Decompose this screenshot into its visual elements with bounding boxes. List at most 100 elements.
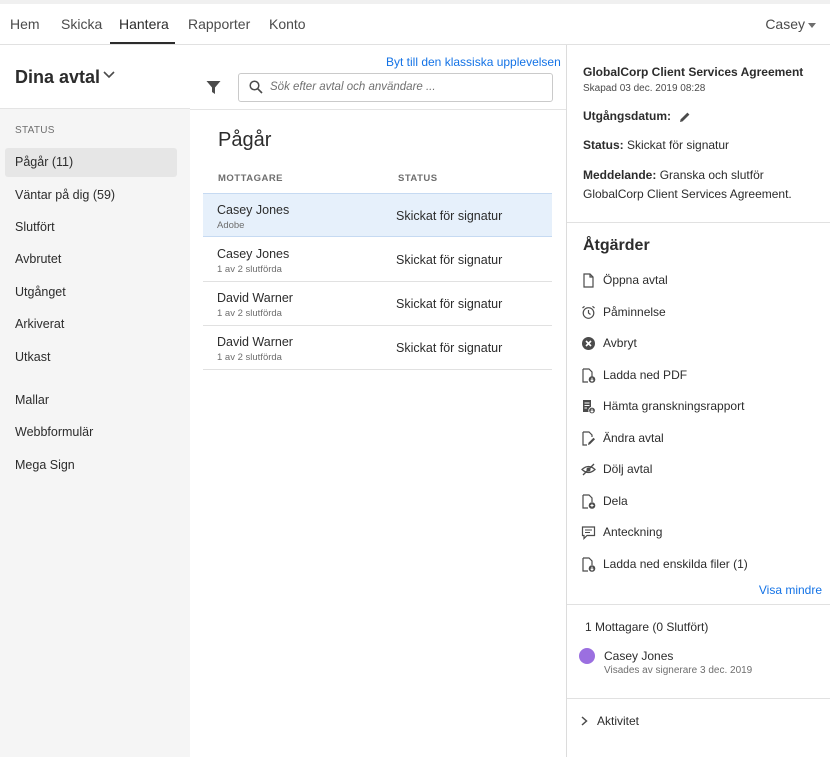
agreement-title: GlobalCorp Client Services Agreement: [583, 65, 804, 79]
divider: [567, 604, 830, 605]
sidebar-item-webbformular[interactable]: Webbformulär: [5, 418, 177, 447]
agreement-detail-pane: GlobalCorp Client Services Agreement Ska…: [566, 45, 830, 757]
row-recipient-name: David Warner: [217, 291, 293, 305]
row-recipient-sub: 1 av 2 slutförda: [217, 308, 282, 319]
action-note[interactable]: Anteckning: [581, 522, 662, 542]
action-label: Öppna avtal: [603, 273, 668, 287]
row-recipient-sub: 1 av 2 slutförda: [217, 264, 282, 275]
edit-document-icon: [582, 430, 595, 446]
tab-skicka[interactable]: Skicka: [61, 16, 102, 32]
action-share[interactable]: Dela: [581, 491, 628, 511]
sidebar-item-vantar[interactable]: Väntar på dig (59): [5, 181, 177, 210]
action-label: Påminnelse: [603, 305, 666, 319]
alarm-clock-icon: [582, 305, 595, 319]
action-label: Ladda ned PDF: [603, 368, 688, 382]
action-hide-agreement[interactable]: Dölj avtal: [581, 459, 652, 479]
status-row: Status: Skickat för signatur: [583, 136, 823, 155]
sidebar-item-mallar[interactable]: Mallar: [5, 386, 177, 415]
share-document-icon: [582, 493, 596, 509]
action-open-agreement[interactable]: Öppna avtal: [581, 270, 668, 290]
action-label: Ladda ned enskilda filer (1): [603, 557, 748, 571]
column-header-recipient[interactable]: MOTTAGARE: [218, 173, 283, 184]
document-icon: [583, 272, 594, 288]
agreement-created-date: Skapad 03 dec. 2019 08:28: [583, 83, 706, 94]
action-download-pdf[interactable]: Ladda ned PDF: [581, 365, 687, 385]
agreement-list-pane: Byt till den klassiska upplevelsen Sök e…: [190, 45, 566, 757]
row-status: Skickat för signatur: [396, 209, 503, 223]
expiry-row: Utgångsdatum:: [583, 107, 823, 126]
expiry-label: Utgångsdatum:: [583, 109, 671, 123]
sidebar-header[interactable]: Dina avtal: [0, 45, 190, 109]
tab-hem[interactable]: Hem: [10, 16, 40, 32]
sidebar-item-utkast[interactable]: Utkast: [5, 343, 177, 372]
recipients-count: 1 Mottagare (0 Slutfört): [585, 620, 709, 634]
download-files-icon: [582, 556, 596, 572]
show-less-link[interactable]: Visa mindre: [759, 583, 822, 597]
recipient-name: Casey Jones: [604, 649, 674, 663]
table-row[interactable]: Casey Jones 1 av 2 slutförda Skickat för…: [203, 238, 552, 282]
message-row: Meddelande: Granska och slutför GlobalCo…: [583, 166, 823, 204]
action-label: Dölj avtal: [603, 462, 653, 476]
row-recipient-sub: Adobe: [217, 220, 245, 231]
divider: [567, 698, 830, 699]
recipient-status: Visades av signerare 3 dec. 2019: [604, 665, 753, 676]
filter-icon[interactable]: [206, 80, 221, 95]
user-name: Casey: [765, 16, 805, 32]
status-section-label: STATUS: [15, 125, 55, 136]
row-recipient-name: Casey Jones: [217, 203, 290, 217]
sidebar-item-slutfort[interactable]: Slutfört: [5, 213, 177, 242]
action-label: Dela: [603, 494, 628, 508]
row-status: Skickat för signatur: [396, 341, 503, 355]
sidebar-item-pagar[interactable]: Pågår (11): [5, 148, 177, 177]
sidebar-title: Dina avtal: [15, 67, 101, 87]
list-title: Pågår: [218, 129, 272, 151]
action-label: Avbryt: [603, 336, 637, 350]
sidebar: Dina avtal STATUS Pågår (11) Väntar på d…: [0, 45, 190, 757]
actions-title: Åtgärder: [583, 237, 650, 254]
activity-label: Aktivitet: [597, 714, 640, 728]
table-row[interactable]: David Warner 1 av 2 slutförda Skickat fö…: [203, 326, 552, 370]
classic-experience-link[interactable]: Byt till den klassiska upplevelsen: [386, 55, 561, 69]
search-icon: [249, 80, 263, 94]
column-header-status[interactable]: STATUS: [398, 173, 438, 184]
action-edit-agreement[interactable]: Ändra avtal: [581, 428, 664, 448]
activity-toggle[interactable]: Aktivitet: [581, 714, 639, 728]
status-label: Status:: [583, 138, 624, 152]
sidebar-item-arkiverat[interactable]: Arkiverat: [5, 310, 177, 339]
chevron-down-icon[interactable]: [103, 71, 115, 79]
row-status: Skickat för signatur: [396, 253, 503, 267]
action-reminder[interactable]: Påminnelse: [581, 302, 666, 322]
cancel-circle-icon: [582, 336, 595, 350]
sidebar-item-avbrutet[interactable]: Avbrutet: [5, 245, 177, 274]
sidebar-item-mega-sign[interactable]: Mega Sign: [5, 451, 177, 480]
action-audit-report[interactable]: Hämta granskningsrapport: [581, 396, 744, 416]
action-label: Hämta granskningsrapport: [603, 399, 745, 413]
row-recipient-name: Casey Jones: [217, 247, 290, 261]
divider: [190, 109, 566, 110]
pencil-edit-icon[interactable]: [679, 111, 691, 123]
action-cancel[interactable]: Avbryt: [581, 333, 637, 353]
message-label: Meddelande:: [583, 168, 657, 182]
tab-hantera[interactable]: Hantera: [119, 16, 169, 32]
table-row[interactable]: Casey Jones Adobe Skickat för signatur: [203, 193, 552, 237]
search-input[interactable]: Sök efter avtal och användare ...: [238, 73, 553, 102]
row-recipient-sub: 1 av 2 slutförda: [217, 352, 282, 363]
search-placeholder: Sök efter avtal och användare ...: [270, 81, 436, 93]
active-tab-indicator: [110, 42, 175, 44]
status-value: Skickat för signatur: [627, 138, 730, 152]
download-pdf-icon: [582, 367, 596, 383]
row-recipient-name: David Warner: [217, 335, 293, 349]
caret-down-icon: [808, 22, 816, 28]
tab-rapporter[interactable]: Rapporter: [188, 16, 250, 32]
hide-eye-icon: [581, 463, 596, 475]
top-navigation: Hem Skicka Hantera Rapporter Konto Casey: [0, 0, 830, 45]
sidebar-item-utganget[interactable]: Utgånget: [5, 278, 177, 307]
table-row[interactable]: David Warner 1 av 2 slutförda Skickat fö…: [203, 282, 552, 326]
row-status: Skickat för signatur: [396, 297, 503, 311]
action-download-files[interactable]: Ladda ned enskilda filer (1): [581, 554, 748, 574]
tab-konto[interactable]: Konto: [269, 16, 306, 32]
action-label: Anteckning: [603, 525, 663, 539]
divider: [567, 222, 830, 223]
user-menu[interactable]: Casey: [765, 16, 816, 32]
chevron-right-icon: [581, 716, 588, 726]
